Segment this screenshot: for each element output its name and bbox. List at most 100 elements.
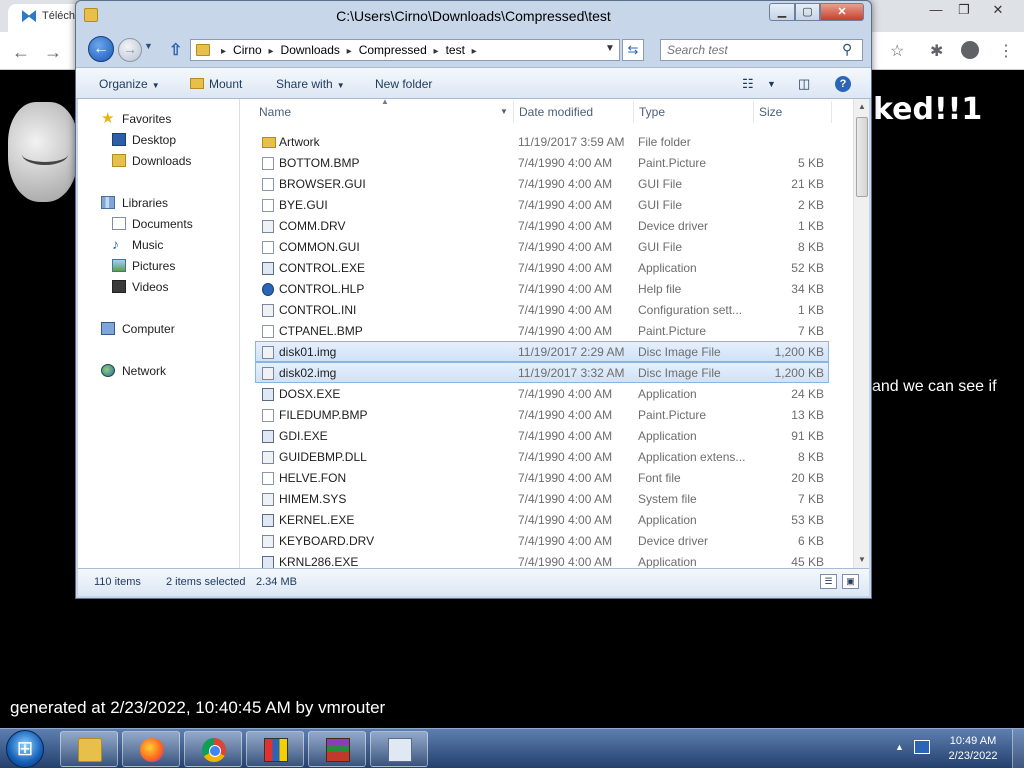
table-row[interactable]: GUIDEBMP.DLL 7/4/1990 4:00 AM Application … bbox=[255, 446, 829, 467]
browser-close-button[interactable]: ✕ bbox=[984, 2, 1012, 20]
address-dropdown-icon[interactable]: ▼ bbox=[605, 43, 615, 54]
table-row[interactable]: BYE.GUI 7/4/1990 4:00 AM GUI File 2 KB bbox=[255, 194, 829, 215]
change-view-icon[interactable]: ☷ bbox=[742, 76, 754, 92]
column-divider[interactable] bbox=[753, 101, 754, 123]
taskbar-chrome-button[interactable] bbox=[184, 731, 242, 767]
breadcrumb-cirno[interactable]: Cirno bbox=[233, 43, 262, 57]
address-bar[interactable]: ▸ Cirno ▸ Downloads ▸ Compressed ▸ test ▸ ▼ bbox=[190, 39, 620, 61]
column-divider[interactable] bbox=[633, 101, 634, 123]
table-row[interactable]: DOSX.EXE 7/4/1990 4:00 AM Application 24 KB bbox=[255, 383, 829, 404]
table-row[interactable]: CTPANEL.BMP 7/4/1990 4:00 AM Paint.Picture… bbox=[255, 320, 829, 341]
mount-button[interactable]: Mount bbox=[190, 77, 242, 91]
nav-documents[interactable]: Documents bbox=[78, 214, 238, 235]
vertical-scrollbar[interactable]: ▲ ▼ bbox=[853, 99, 869, 568]
large-icons-view-icon[interactable]: ▣ bbox=[842, 574, 859, 589]
nav-libraries[interactable]: Libraries bbox=[78, 193, 238, 214]
nav-network[interactable]: Network bbox=[78, 361, 238, 382]
browser-menu-icon[interactable]: ⋮ bbox=[998, 41, 1014, 61]
file-date: 7/4/1990 4:00 AM bbox=[518, 324, 613, 338]
profile-avatar-icon[interactable] bbox=[961, 41, 979, 59]
new-folder-button[interactable]: New folder bbox=[375, 77, 432, 91]
bookmark-star-icon[interactable]: ☆ bbox=[890, 41, 904, 61]
table-row[interactable]: disk01.img 11/19/2017 2:29 AM Disc Image F… bbox=[255, 341, 829, 362]
back-button[interactable]: ← bbox=[88, 36, 114, 62]
column-header-name[interactable]: Name bbox=[259, 105, 291, 119]
table-row[interactable]: GDI.EXE 7/4/1990 4:00 AM Application 91 KB bbox=[255, 425, 829, 446]
table-row[interactable]: Artwork 11/19/2017 3:59 AM File folder bbox=[255, 131, 829, 152]
browser-back-icon[interactable]: ← bbox=[12, 42, 30, 63]
table-row[interactable]: HELVE.FON 7/4/1990 4:00 AM Font file 20 KB bbox=[255, 467, 829, 488]
browser-tab[interactable]: Téléch bbox=[8, 4, 83, 32]
title-bar[interactable]: C:\Users\Cirno\Downloads\Compressed\test… bbox=[76, 1, 871, 31]
table-row[interactable]: disk02.img 11/19/2017 3:32 AM Disc Image F… bbox=[255, 362, 829, 383]
taskbar-explorer-button[interactable] bbox=[60, 731, 118, 767]
preview-pane-icon[interactable]: ◫ bbox=[798, 76, 810, 92]
table-row[interactable]: KRNL286.EXE 7/4/1990 4:00 AM Application 45… bbox=[255, 551, 829, 568]
view-options-dropdown-icon[interactable]: ▼ bbox=[767, 79, 776, 89]
column-divider[interactable] bbox=[513, 101, 514, 123]
browser-maximize-button[interactable]: ❐ bbox=[950, 2, 978, 20]
nav-desktop[interactable]: Desktop bbox=[78, 130, 238, 151]
table-row[interactable]: COMM.DRV 7/4/1990 4:00 AM Device driver 1 K… bbox=[255, 215, 829, 236]
file-name: DOSX.EXE bbox=[279, 387, 341, 401]
file-date: 7/4/1990 4:00 AM bbox=[518, 156, 613, 170]
nav-downloads[interactable]: Downloads bbox=[78, 151, 238, 172]
browser-forward-icon[interactable]: → bbox=[44, 42, 62, 63]
system-clock[interactable]: 10:49 AM 2/23/2022 bbox=[940, 734, 1006, 764]
scroll-down-icon[interactable]: ▼ bbox=[854, 552, 869, 568]
table-row[interactable]: BOTTOM.BMP 7/4/1990 4:00 AM Paint.Picture 5… bbox=[255, 152, 829, 173]
table-row[interactable]: KEYBOARD.DRV 7/4/1990 4:00 AM Device drive… bbox=[255, 530, 829, 551]
minimize-button[interactable]: ▁ bbox=[769, 3, 795, 21]
name-filter-dropdown-icon[interactable]: ▼ bbox=[500, 107, 508, 116]
table-row[interactable]: CONTROL.EXE 7/4/1990 4:00 AM Application 52… bbox=[255, 257, 829, 278]
tray-expand-icon[interactable]: ▲ bbox=[895, 742, 904, 752]
taskbar-firefox-button[interactable] bbox=[122, 731, 180, 767]
breadcrumb-downloads[interactable]: Downloads bbox=[281, 43, 340, 57]
recent-pages-dropdown-icon[interactable]: ▼ bbox=[144, 41, 153, 51]
taskbar-qemu-button[interactable] bbox=[246, 731, 304, 767]
table-row[interactable]: BROWSER.GUI 7/4/1990 4:00 AM GUI File 21 KB bbox=[255, 173, 829, 194]
breadcrumb-test[interactable]: test bbox=[446, 43, 465, 57]
table-row[interactable]: FILEDUMP.BMP 7/4/1990 4:00 AM Paint.Pictur… bbox=[255, 404, 829, 425]
nav-videos[interactable]: Videos bbox=[78, 277, 238, 298]
close-button[interactable]: ✕ bbox=[820, 3, 864, 21]
share-with-button[interactable]: Share with ▼ bbox=[276, 77, 345, 91]
column-header-type[interactable]: Type bbox=[639, 105, 665, 119]
forward-button[interactable]: → bbox=[118, 38, 142, 62]
up-arrow-icon[interactable]: ⇧ bbox=[169, 40, 182, 60]
browser-minimize-button[interactable]: — bbox=[922, 2, 950, 20]
column-header-date[interactable]: Date modified bbox=[519, 105, 593, 119]
app-icon bbox=[262, 430, 274, 443]
table-row[interactable]: COMMON.GUI 7/4/1990 4:00 AM GUI File 8 KB bbox=[255, 236, 829, 257]
network-status-icon[interactable] bbox=[914, 740, 930, 754]
nav-favorites[interactable]: ★ Favorites bbox=[78, 109, 238, 130]
organize-button[interactable]: Organize ▼ bbox=[99, 77, 160, 91]
search-input[interactable] bbox=[661, 40, 836, 60]
details-view-icon[interactable]: ☰ bbox=[820, 574, 837, 589]
file-type: GUI File bbox=[638, 177, 683, 191]
table-row[interactable]: HIMEM.SYS 7/4/1990 4:00 AM System file 7 KB bbox=[255, 488, 829, 509]
table-row[interactable]: CONTROL.INI 7/4/1990 4:00 AM Configuration… bbox=[255, 299, 829, 320]
start-button[interactable] bbox=[6, 730, 44, 768]
search-icon[interactable]: ⚲ bbox=[842, 41, 852, 58]
trollface-image bbox=[8, 102, 78, 202]
column-divider[interactable] bbox=[831, 101, 832, 123]
breadcrumb-compressed[interactable]: Compressed bbox=[359, 43, 427, 57]
scroll-up-icon[interactable]: ▲ bbox=[854, 99, 869, 115]
column-header-size[interactable]: Size bbox=[759, 105, 782, 119]
table-row[interactable]: KERNEL.EXE 7/4/1990 4:00 AM Application 53 … bbox=[255, 509, 829, 530]
nav-music[interactable]: ♪ Music bbox=[78, 235, 238, 256]
maximize-button[interactable]: ▢ bbox=[795, 3, 820, 21]
scrollbar-thumb[interactable] bbox=[856, 117, 868, 197]
taskbar-winrar-button[interactable] bbox=[308, 731, 366, 767]
refresh-button[interactable]: ⇆ bbox=[622, 39, 644, 61]
nav-pictures[interactable]: Pictures bbox=[78, 256, 238, 277]
table-row[interactable]: CONTROL.HLP 7/4/1990 4:00 AM Help file 34 K… bbox=[255, 278, 829, 299]
help-icon[interactable]: ? bbox=[835, 76, 851, 92]
extensions-icon[interactable]: ✱ bbox=[930, 41, 943, 61]
taskbar-app-button[interactable] bbox=[370, 731, 428, 767]
show-desktop-button[interactable] bbox=[1012, 729, 1024, 768]
file-icon bbox=[262, 409, 274, 422]
file-size: 91 KB bbox=[791, 429, 824, 443]
nav-computer[interactable]: Computer bbox=[78, 319, 238, 340]
